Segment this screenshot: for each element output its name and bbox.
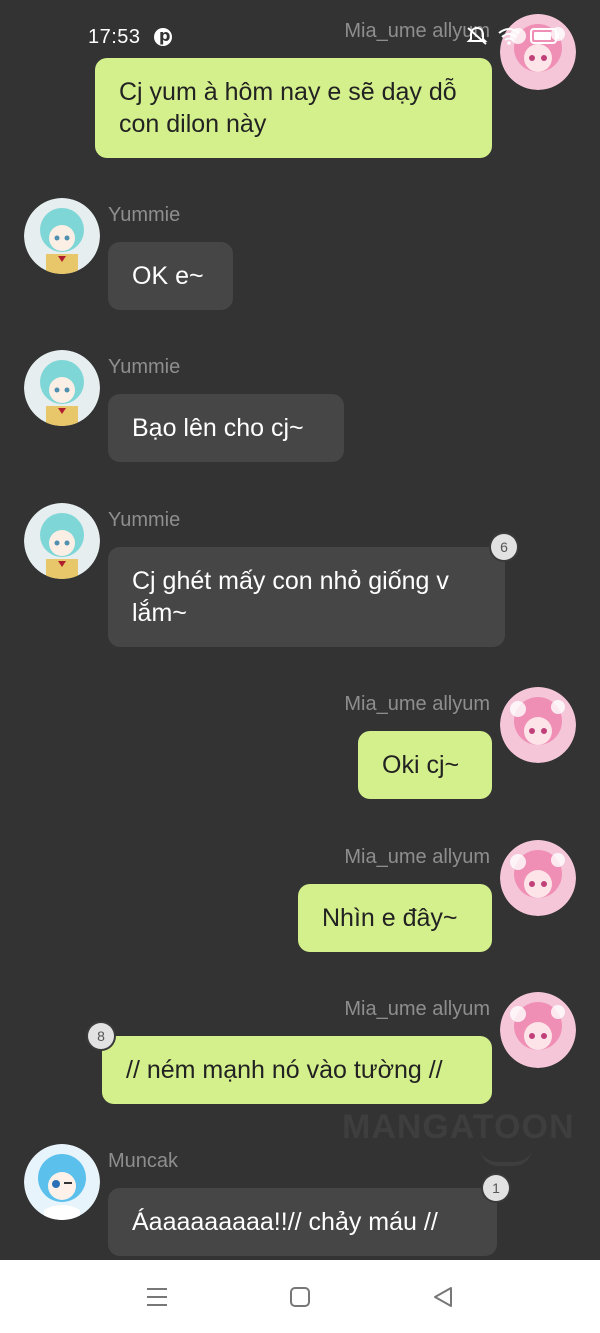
message-bubble[interactable]: Oki cj~ [358,731,492,799]
message-bubble[interactable]: Áaaaaaaaaa!!// chảy máu // [108,1188,497,1256]
message-bubble[interactable]: // ném mạnh nó vào tường // [102,1036,492,1104]
home-icon[interactable] [287,1284,313,1310]
avatar-yummie[interactable] [24,198,100,274]
comment-count-badge[interactable]: 1 [483,1175,509,1201]
sender-name: Mia_ume allyum [344,846,490,868]
message-bubble[interactable]: OK e~ [108,242,233,310]
sender-name: Yummie [108,356,181,378]
message-bubble[interactable]: Nhìn e đây~ [298,884,492,952]
status-time: 17:53 [88,26,141,48]
sender-name: Mia_ume allyum [344,998,490,1020]
message-bubble[interactable]: Bạo lên cho cj~ [108,394,344,462]
message-bubble[interactable]: Cj yum à hôm nay e sẽ dạy dỗ con dilon n… [95,58,492,158]
sender-name: Muncak [108,1150,179,1172]
sender-name: Mia_ume allyum [344,693,490,715]
avatar-yummie[interactable] [24,503,100,579]
avatar-mia[interactable] [500,840,576,916]
pinterest-icon [154,26,172,46]
avatar-yummie[interactable] [24,350,100,426]
watermark: MANGATOON [342,1108,575,1146]
comment-count-badge[interactable]: 8 [88,1023,114,1049]
navigation-bar [0,1260,600,1333]
message-bubble[interactable]: Cj ghét mấy con nhỏ giống v lắm~ [108,547,505,647]
watermark-smile-icon [480,1148,532,1166]
avatar-mia[interactable] [500,14,576,90]
sender-name: Yummie [108,509,181,531]
avatar-mia[interactable] [500,687,576,763]
sender-name: Yummie [108,204,181,226]
menu-icon[interactable] [144,1284,170,1310]
avatar-mia[interactable] [500,992,576,1068]
comment-count-badge[interactable]: 6 [491,534,517,560]
back-icon[interactable] [430,1284,456,1310]
sender-name: Mia_ume allyum [344,20,490,42]
avatar-muncak[interactable] [24,1144,100,1220]
